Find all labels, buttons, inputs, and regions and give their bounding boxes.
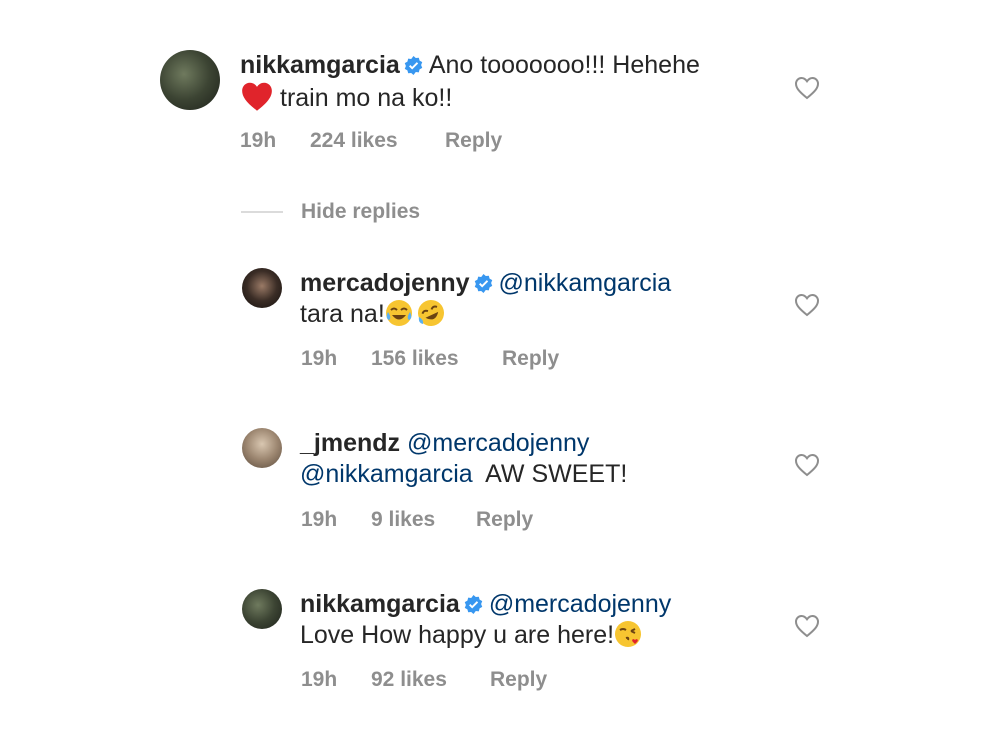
comment-meta: 19h 92 likes Reply xyxy=(301,668,547,692)
mention-link[interactable]: @mercadojenny xyxy=(407,429,589,457)
hide-replies-toggle[interactable]: Hide replies xyxy=(241,198,420,226)
verified-badge-icon xyxy=(474,274,492,293)
verified-badge-icon xyxy=(404,56,423,75)
divider xyxy=(241,211,283,213)
like-heart-icon[interactable] xyxy=(794,614,820,638)
username[interactable]: mercadojenny xyxy=(300,269,470,297)
likes-count[interactable]: 92 likes xyxy=(371,668,490,692)
avatar[interactable] xyxy=(160,50,220,110)
comment-meta: 19h 224 likes Reply xyxy=(240,129,502,153)
reply-button[interactable]: Reply xyxy=(490,668,547,692)
like-heart-icon[interactable] xyxy=(794,293,820,317)
comment-meta: 19h 156 likes Reply xyxy=(301,347,559,371)
timestamp[interactable]: 19h xyxy=(240,129,310,153)
likes-count[interactable]: 9 likes xyxy=(371,508,476,532)
face-with-tears-of-joy-icon xyxy=(385,300,412,326)
mention-link[interactable]: @nikkamgarcia xyxy=(499,269,672,297)
likes-count[interactable]: 224 likes xyxy=(310,129,445,153)
avatar[interactable] xyxy=(242,268,282,308)
reply-button[interactable]: Reply xyxy=(476,508,533,532)
comment-body: tara na! xyxy=(300,300,385,328)
comment-text: nikkamgarcia Ano tooooooo!!! Hehehe train… xyxy=(240,50,780,114)
mention-link[interactable]: @nikkamgarcia xyxy=(300,460,473,488)
timestamp[interactable]: 19h xyxy=(301,347,371,371)
comment-text: nikkamgarcia @mercadojenny Love How happy… xyxy=(300,589,780,651)
comment-meta: 19h 9 likes Reply xyxy=(301,508,533,532)
avatar[interactable] xyxy=(242,589,282,629)
mention-link[interactable]: @mercadojenny xyxy=(489,590,671,618)
username[interactable]: nikkamgarcia xyxy=(240,51,400,79)
like-heart-icon[interactable] xyxy=(794,76,820,100)
comment-body: Ano tooooooo!!! Hehehe xyxy=(428,51,700,79)
timestamp[interactable]: 19h xyxy=(301,668,371,692)
likes-count[interactable]: 156 likes xyxy=(371,347,502,371)
comment-body: Love How happy u are here! xyxy=(300,621,615,649)
avatar[interactable] xyxy=(242,428,282,468)
rolling-on-the-floor-laughing-icon xyxy=(417,300,444,326)
reply-button[interactable]: Reply xyxy=(502,347,559,371)
verified-badge-icon xyxy=(464,595,483,614)
red-heart-icon xyxy=(242,82,272,111)
comment-body-line2: train mo na ko!! xyxy=(280,84,453,112)
face-blowing-a-kiss-icon xyxy=(615,621,642,647)
like-heart-icon[interactable] xyxy=(794,453,820,477)
username[interactable]: nikkamgarcia xyxy=(300,590,460,618)
comment-text: _jmendz @mercadojenny @nikkamgarcia AW S… xyxy=(300,428,780,490)
username[interactable]: _jmendz xyxy=(300,429,400,457)
timestamp[interactable]: 19h xyxy=(301,508,371,532)
hide-replies-label[interactable]: Hide replies xyxy=(301,200,420,224)
comment-text: mercadojenny @nikkamgarcia tara na! xyxy=(300,268,780,330)
comment-body: AW SWEET! xyxy=(485,460,628,488)
reply-button[interactable]: Reply xyxy=(445,129,502,153)
